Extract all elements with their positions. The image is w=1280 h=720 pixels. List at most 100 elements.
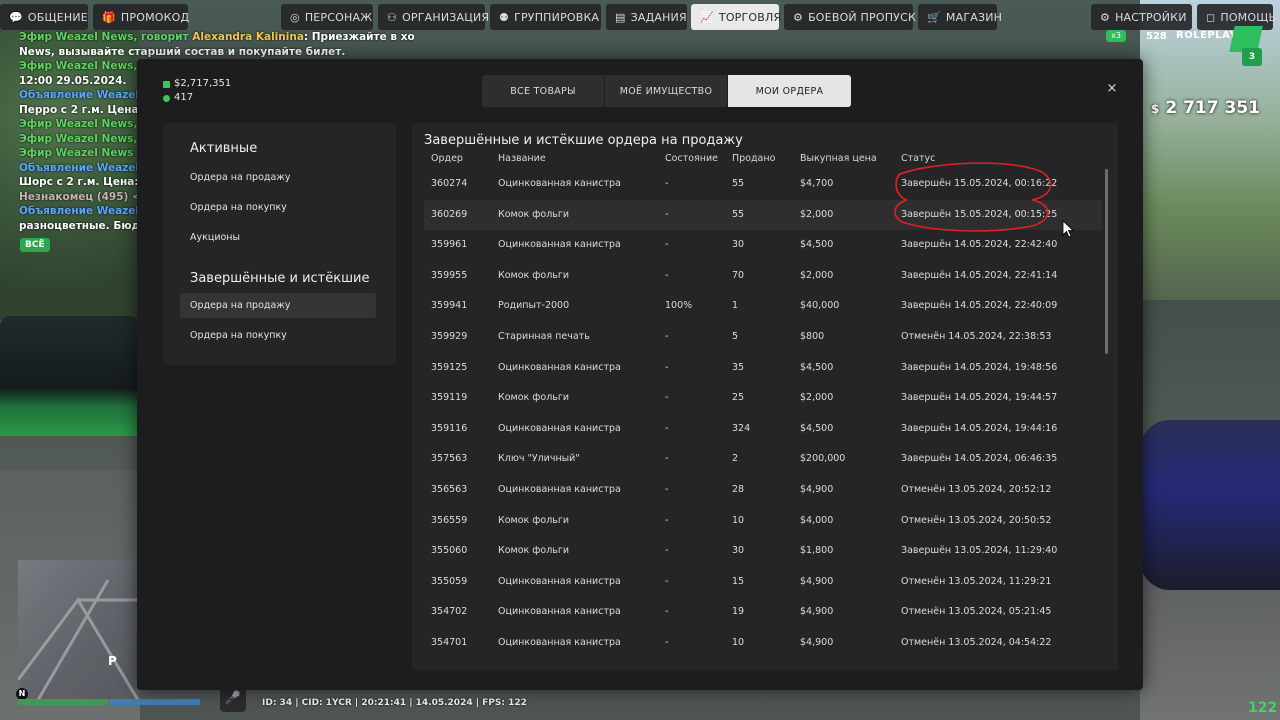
table-cell: 70 [732, 269, 745, 281]
chat-all-badge[interactable]: ВСЁ [20, 238, 50, 252]
menu-button-gift[interactable]: 🎁 ПРОМОКОД [93, 4, 189, 30]
close-button[interactable]: × [1104, 81, 1120, 97]
table-row[interactable]: 359941 Родипыт-2000 100% 1 $40,000 Завершён 1… [424, 291, 1102, 322]
chat-message: разноцветные. Бюдже [19, 219, 144, 234]
table-row[interactable]: 359955 Комок фольги - 70 $2,000 Завершён 14.0… [424, 261, 1102, 292]
menu-button-user[interactable]: ◎ ПЕРСОНАЖ [281, 4, 373, 30]
chart-icon: 📈 [700, 10, 714, 24]
menu-button-label: ГРУППИРОВКА [514, 10, 600, 24]
top-menu-bar: 💬 ОБЩЕНИЕ 🎁 ПРОМОКОД ◎ ПЕРСОНАЖ ⚇ ОРГАНИЗАЦИЯ ⚉ Г… [0, 4, 1280, 30]
status-line: ID: 34 | CID: 1YCR | 20:21:41 | 14.05.20… [262, 698, 527, 708]
table-row[interactable]: 354702 Оцинкованная канистра - 19 $4,900 Отме… [424, 597, 1102, 628]
table-cell: Завершён 15.05.2024, 00:16:22 [901, 178, 1058, 189]
sidebar-item-done-sell[interactable]: Ордера на продажу [180, 293, 376, 318]
table-cell: - [665, 392, 669, 404]
column-header: Продано [732, 153, 776, 164]
table-row[interactable]: 356559 Комок фольги - 10 $4,000 Отменён 13.05… [424, 506, 1102, 537]
tab-2[interactable]: МОИ ОРДЕРА [728, 75, 851, 107]
health-bar [18, 699, 108, 705]
table-cell: 30 [732, 545, 745, 557]
chat-message: Незнакомец (495) < 34 [19, 190, 144, 205]
table-row[interactable]: 359116 Оцинкованная канистра - 324 $4,500 Зав… [424, 414, 1102, 445]
chat-message-text: Объявление Weazel N [19, 161, 144, 174]
table-cell: 359929 [431, 330, 468, 342]
menu-button-tasks[interactable]: ▤ ЗАДАНИЯ [606, 4, 687, 30]
chat-message: Эфир Weazel News, го [19, 59, 144, 74]
table-cell: 354701 [431, 636, 468, 648]
sidebar-item-done-buy[interactable]: Ордера на покупку [180, 323, 376, 348]
table-cell: - [665, 514, 669, 526]
menu-button-settings[interactable]: ⚙ НАСТРОЙКИ [1091, 4, 1192, 30]
sidebar-item-active-sell[interactable]: Ордера на продажу [180, 165, 376, 190]
table-cell: Завершён 14.05.2024, 22:42:40 [901, 239, 1058, 251]
orders-table-body: 360274 Оцинкованная канистра - 55 $4,700 Заве… [424, 169, 1102, 659]
table-cell: Родипыт-2000 [498, 300, 570, 312]
menu-button-group[interactable]: ⚉ ГРУППИРОВКА [490, 4, 601, 30]
table-cell: 25 [732, 392, 745, 404]
table-row[interactable]: 359961 Оцинкованная канистра - 30 $4,500 Заве… [424, 230, 1102, 261]
gift-icon: 🎁 [102, 10, 116, 24]
menu-button-organization[interactable]: ⚇ ОРГАНИЗАЦИЯ [378, 4, 489, 30]
table-cell: 5 [732, 330, 739, 342]
table-row[interactable]: 360269 Комок фольги - 55 $2,000 Завершён 15.0… [424, 199, 1102, 231]
table-cell: Завершён 15.05.2024, 00:15:25 [901, 208, 1058, 220]
orders-sidebar: Активные Ордера на продажу Ордера на пок… [163, 123, 396, 365]
chat-message: Эфир Weazel News, го [19, 132, 144, 147]
table-row[interactable]: 359119 Комок фольги - 25 $2,000 Завершён 14.0… [424, 383, 1102, 414]
balance-block: $2,717,351 417 [163, 77, 231, 105]
table-cell: - [665, 453, 669, 465]
table-cell: 359116 [431, 422, 468, 434]
scrollbar-thumb[interactable] [1105, 169, 1108, 354]
table-header: Ордер Название Состояние Продано Выкупна… [412, 153, 1112, 167]
chat-message-text: разноцветные. Бюдже [19, 219, 144, 232]
organization-icon: ⚇ [387, 10, 398, 24]
gear-icon: ⚙ [793, 10, 804, 24]
menu-button-label: ТОРГОВЛЯ [718, 10, 782, 24]
table-cell: Завершён 14.05.2024, 22:41:14 [901, 269, 1058, 281]
table-cell: 2 [732, 453, 739, 465]
table-cell: Завершён 14.05.2024, 19:48:56 [901, 361, 1058, 373]
table-row[interactable]: 354701 Оцинкованная канистра - 10 $4,900 Отме… [424, 628, 1102, 659]
menu-button-chart[interactable]: 📈 ТОРГОВЛЯ [691, 4, 782, 30]
table-cell: 354702 [431, 606, 468, 618]
table-row[interactable]: 357563 Ключ "Уличный" - 2 $200,000 Завершён 1… [424, 444, 1102, 475]
online-counter: 528 [1106, 31, 1167, 42]
table-row[interactable]: 356563 Оцинкованная канистра - 28 $4,900 Отме… [424, 475, 1102, 506]
table-row[interactable]: 360274 Оцинкованная канистра - 55 $4,700 Заве… [424, 169, 1102, 200]
menu-button-chat[interactable]: 💬 ОБЩЕНИЕ [0, 4, 88, 30]
table-cell: 359125 [431, 361, 468, 373]
table-cell: $4,500 [800, 361, 834, 373]
table-cell: - [665, 636, 669, 648]
sidebar-item-active-buy[interactable]: Ордера на покупку [180, 195, 376, 220]
user-icon: ◎ [290, 10, 300, 24]
table-cell: 35 [732, 361, 745, 373]
tab-1[interactable]: МОЁ ИМУЩЕСТВО [605, 75, 728, 107]
table-cell: - [665, 269, 669, 281]
table-cell: Оцинкованная канистра [498, 636, 621, 648]
scrollbar[interactable] [1105, 169, 1108, 669]
table-row[interactable]: 359929 Старинная печать - 5 $800 Отменён 14.0… [424, 322, 1102, 353]
sidebar-item-auctions[interactable]: Аукционы [180, 225, 376, 250]
table-row[interactable]: 355060 Комок фольги - 30 $1,800 Завершён 13.0… [424, 536, 1102, 567]
menu-button-label: БОЕВОЙ ПРОПУСК [808, 10, 916, 24]
table-cell: Завершён 14.05.2024, 22:40:09 [901, 300, 1058, 312]
table-cell: - [665, 422, 669, 434]
table-cell: Отменён 14.05.2024, 22:38:53 [901, 330, 1052, 342]
table-cell: $4,900 [800, 636, 834, 648]
chat-message-text: Объявление Weazel N [19, 205, 144, 217]
chat-message-text: Эфир Weazel News, говорит [19, 31, 193, 43]
chat-message: Объявление Weazel N [19, 161, 144, 176]
menu-button-gear[interactable]: ⚙ БОЕВОЙ ПРОПУСК [784, 4, 916, 30]
chat-message-text: Незнакомец (495) < 34 [19, 190, 144, 203]
tasks-icon: ▤ [615, 10, 626, 24]
table-cell: - [665, 239, 669, 251]
tab-0[interactable]: ВСЕ ТОВАРЫ [482, 75, 605, 107]
table-row[interactable]: 359125 Оцинкованная канистра - 35 $4,500 Заве… [424, 353, 1102, 384]
table-cell: 356563 [431, 483, 468, 495]
table-cell: 359955 [431, 269, 468, 281]
chat-message: 12:00 29.05.2024. [19, 74, 144, 89]
table-cell: $200,000 [800, 453, 846, 465]
menu-button-cart[interactable]: 🛒 МАГАЗИН [918, 4, 1002, 30]
table-row[interactable]: 355059 Оцинкованная канистра - 15 $4,900 Отме… [424, 567, 1102, 598]
table-cell: $4,500 [800, 422, 834, 434]
